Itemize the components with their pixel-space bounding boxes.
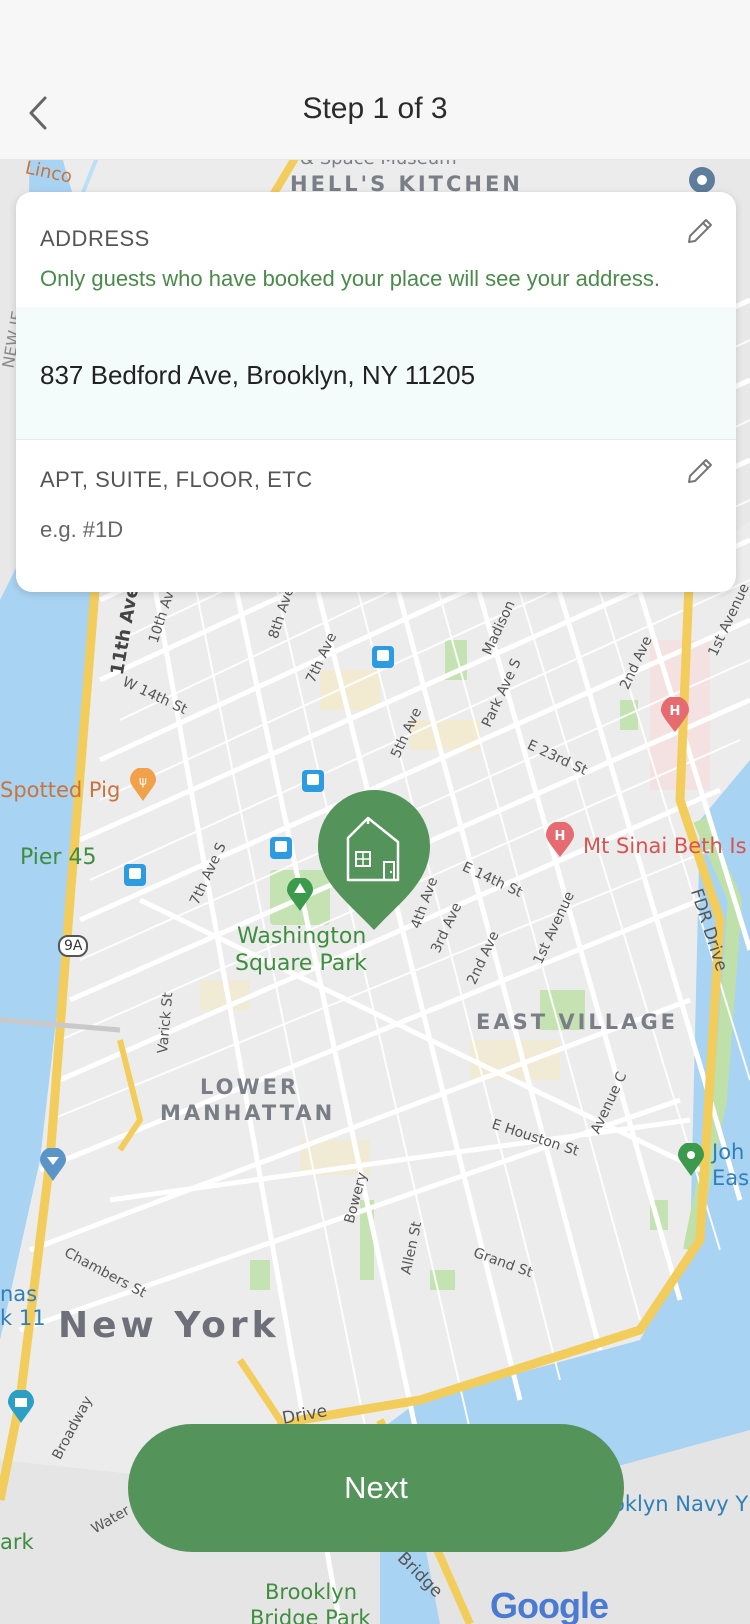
restaurant-marker-icon[interactable]: ψ [130, 768, 156, 802]
house-pin-icon[interactable] [318, 790, 430, 932]
hospital-marker-icon[interactable]: H [546, 822, 574, 858]
map-label-east-village: EAST VILLAGE [476, 1010, 679, 1034]
map-label-lower: LOWER [200, 1075, 300, 1099]
map-label-square-park: Square Park [235, 951, 367, 976]
map-label-9a: 9A [58, 935, 89, 957]
top-nav-bar: Step 1 of 3 [0, 0, 750, 160]
pencil-icon[interactable] [684, 214, 716, 246]
location-marker-icon[interactable] [688, 166, 716, 194]
transit-3-icon[interactable] [270, 837, 292, 859]
address-section-title: ADDRESS [40, 226, 150, 251]
apt-suite-input[interactable] [40, 517, 640, 543]
google-logo: Google [490, 1585, 609, 1624]
transit-2-icon[interactable] [302, 770, 324, 792]
map-label-manhattan: MANHATTAN [160, 1101, 336, 1125]
map-label-ark: ark [0, 1530, 34, 1554]
next-button[interactable]: Next [128, 1424, 624, 1552]
map-label-mt-sinai: Mt Sinai Beth Is [583, 834, 747, 858]
map-label-nas: nas [0, 1282, 38, 1306]
map-label-brooklyn: Brooklyn [265, 1580, 358, 1604]
park-marker-icon[interactable] [287, 878, 313, 912]
address-value: 837 Bedford Ave, Brooklyn, NY 11205 [40, 360, 476, 390]
map-label-bridge-park: Bridge Park [250, 1606, 371, 1624]
map-label-spotted-pig: Spotted Pig [0, 778, 121, 802]
apt-section-title: APT, SUITE, FLOOR, ETC [40, 467, 313, 492]
landmark-marker-icon[interactable] [40, 1148, 66, 1182]
transit-icon[interactable] [372, 646, 394, 668]
pencil-apt-icon[interactable] [684, 454, 716, 486]
section-divider [16, 439, 736, 440]
map-label-brooklyn-navy: oklyn Navy Y [612, 1492, 749, 1516]
map-label-joh: Joh [712, 1140, 745, 1164]
map-label-k11: k 11 [0, 1306, 46, 1330]
museum-marker-icon[interactable] [8, 1390, 34, 1424]
step-indicator-title: Step 1 of 3 [302, 92, 448, 125]
address-card: ADDRESS Only guests who have booked your… [16, 192, 736, 592]
privacy-note: Only guests who have booked your place w… [40, 266, 661, 291]
transit-4-icon[interactable] [124, 864, 146, 886]
park-marker-2-icon[interactable] [678, 1143, 704, 1177]
address-field[interactable]: 837 Bedford Ave, Brooklyn, NY 11205 [16, 307, 736, 439]
svg-text:H: H [670, 704, 681, 719]
hospital-marker-2-icon[interactable]: H [661, 697, 689, 733]
svg-text:ψ: ψ [139, 774, 147, 788]
svg-text:H: H [555, 829, 566, 844]
map-label-eas: Eas [712, 1166, 750, 1190]
map-label-new-york: New York [58, 1305, 280, 1346]
map-label-pier-45: Pier 45 [20, 845, 97, 870]
